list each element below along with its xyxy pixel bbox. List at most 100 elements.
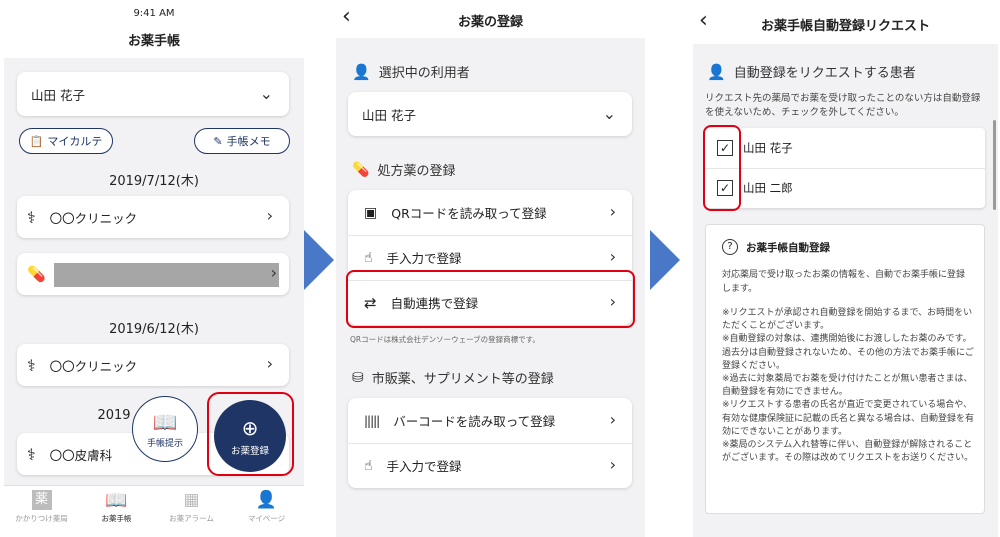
chevron-right-icon: › — [609, 247, 616, 266]
nav-label: かかりつけ薬局 — [15, 514, 68, 523]
highlight-frame — [207, 392, 294, 476]
my-karte-button[interactable]: 📋 マイカルテ — [19, 128, 113, 154]
book-icon: 📖 — [105, 490, 128, 511]
section-label: 市販薬、サプリメント等の登録 — [371, 372, 554, 387]
stethoscope-icon: ⚕ — [27, 207, 36, 227]
section-label: 自動登録をリクエストする患者 — [733, 66, 916, 81]
hand-tap-icon: ☝ — [364, 457, 373, 474]
person-icon: 👤 — [255, 490, 278, 510]
patient-select[interactable]: 山田 花子 ⌄ — [348, 92, 632, 136]
date-heading: 2019/6/12(木) — [109, 322, 199, 337]
chevron-down-icon: ⌄ — [602, 104, 616, 123]
patient-name: 山田 二郎 — [743, 181, 793, 195]
nav-pharmacy[interactable]: 薬 かかりつけ薬局 — [4, 490, 79, 524]
chevron-down-icon: ⌄ — [259, 84, 273, 103]
option-label: バーコードを読み取って登録 — [393, 414, 556, 429]
chevron-right-icon: › — [266, 354, 273, 373]
my-karte-label: マイカルテ — [47, 135, 103, 148]
info-box: ? お薬手帳自動登録 対応薬局で受け取ったお薬の情報を、自動でお薬手帳に登録しま… — [705, 224, 985, 514]
nav-notebook[interactable]: 📖 お薬手帳 — [79, 490, 154, 524]
nav-label: お薬手帳 — [101, 514, 132, 523]
clinic-entry[interactable]: ⚕ 〇〇クリニック › — [17, 196, 289, 238]
info-lead: 対応薬局で受け取ったお薬の情報を、自動でお薬手帳に登録します。 — [722, 270, 966, 294]
page-title: お薬手帳 — [127, 34, 180, 49]
header: 9:41 AM お薬手帳 — [4, 0, 304, 58]
section-label: 選択中の利用者 — [378, 66, 470, 81]
screen-medication-notebook: 9:41 AM お薬手帳 山田 花子 ⌄ 📋 マイカルテ ✎ 手帳メモ 2019… — [4, 0, 304, 537]
section-user: 👤 選択中の利用者 — [352, 62, 470, 82]
stethoscope-icon: ⚕ — [27, 355, 36, 375]
chevron-right-icon: › — [609, 455, 616, 474]
clinic-entry[interactable]: ⚕ 〇〇クリニック › — [17, 344, 289, 386]
chevron-right-icon: › — [609, 202, 616, 221]
otc-options: ||||| バーコードを読み取って登録 › ☝ 手入力で登録 › — [348, 398, 632, 488]
clinic-name: 〇〇クリニック — [49, 210, 138, 226]
hand-tap-icon: ☝ — [364, 249, 373, 266]
notebook-hand-icon: 📖 — [152, 409, 178, 434]
section-prescription: 💊 処方薬の登録 — [352, 160, 456, 180]
pen-icon: ✎ — [213, 134, 223, 148]
qr-trademark-note: QRコードは株式会社デンソーウェーブの登録商標です。 — [350, 335, 540, 344]
patient-check-row[interactable]: ✓ 山田 花子 — [705, 128, 985, 168]
section-otc: ⛁ 市販薬、サプリメント等の登録 — [352, 368, 554, 388]
person-icon: 👤 — [352, 62, 371, 81]
show-notebook-label: 手帳提示 — [146, 438, 183, 449]
flow-arrow — [650, 230, 680, 290]
page-title: お薬の登録 — [457, 15, 523, 30]
header: ‹ お薬の登録 — [336, 0, 645, 38]
flow-arrow — [304, 230, 334, 290]
clinic-name: 〇〇クリニック — [49, 358, 138, 374]
nav-label: お薬アラーム — [169, 514, 214, 523]
qr-register-item[interactable]: ▣ QRコードを読み取って登録 › — [348, 190, 632, 235]
patient-checklist: ✓ 山田 花子 ✓ 山田 二郎 — [705, 128, 985, 208]
highlight-frame — [703, 125, 741, 211]
patient-name: 山田 花子 — [743, 141, 793, 155]
person-icon: 👤 — [707, 62, 726, 81]
option-label: 手入力で登録 — [386, 459, 462, 474]
medicine-entry[interactable]: 💊 › — [17, 253, 289, 295]
calendar-icon: ▦ — [183, 490, 200, 510]
info-notes: ※リクエストが承認され自動登録を開始するまで、お時間をいただくことがございます。… — [722, 308, 975, 464]
chevron-right-icon: › — [270, 263, 277, 282]
stethoscope-icon: ⚕ — [27, 444, 36, 464]
show-notebook-button[interactable]: 📖 手帳提示 — [132, 396, 198, 462]
pill-icon: 💊 — [27, 265, 46, 283]
patient-check-row[interactable]: ✓ 山田 二郎 — [705, 168, 985, 208]
scrollbar[interactable] — [993, 120, 996, 210]
nav-mypage[interactable]: 👤 マイページ — [229, 490, 304, 524]
bottom-nav: 薬 かかりつけ薬局 📖 お薬手帳 ▦ お薬アラーム 👤 マイページ — [4, 485, 304, 537]
section-description: リクエスト先の薬局でお薬を受け取ったことのない方は自動登録を使えないため、チェッ… — [705, 93, 981, 118]
notebook-memo-button[interactable]: ✎ 手帳メモ — [194, 128, 290, 154]
option-label: 手入力で登録 — [386, 251, 462, 266]
database-icon: ⛁ — [352, 369, 364, 386]
screen-register-medicine: ‹ お薬の登録 👤 選択中の利用者 山田 花子 ⌄ 💊 処方薬の登録 ▣ QRコ… — [336, 0, 645, 537]
chevron-right-icon: › — [266, 206, 273, 225]
chevron-right-icon: › — [609, 410, 616, 429]
qr-code-icon: ▣ — [364, 204, 378, 221]
nav-label: マイページ — [247, 514, 286, 523]
redacted-block — [54, 263, 279, 287]
clinic-name: 〇〇皮膚科 — [49, 447, 113, 463]
date-heading: 2019/7/12(木) — [109, 174, 199, 189]
patient-select[interactable]: 山田 花子 ⌄ — [17, 72, 289, 116]
pill-icon: 💊 — [352, 161, 370, 178]
header: ‹ お薬手帳自動登録リクエスト — [693, 0, 998, 44]
nav-alarm[interactable]: ▦ お薬アラーム — [154, 490, 229, 524]
manual-register-item[interactable]: ☝ 手入力で登録 › — [348, 443, 632, 488]
option-label: QRコードを読み取って登録 — [391, 206, 547, 221]
patient-name: 山田 花子 — [362, 107, 416, 123]
section-label: 処方薬の登録 — [377, 164, 456, 179]
barcode-icon: ||||| — [364, 413, 380, 428]
page-title: お薬手帳自動登録リクエスト — [760, 19, 930, 34]
question-circle-icon: ? — [722, 239, 738, 255]
pharmacy-icon: 薬 — [31, 490, 52, 510]
info-title: お薬手帳自動登録 — [746, 241, 830, 254]
section-patients: 👤 自動登録をリクエストする患者 — [707, 62, 916, 82]
highlight-frame — [346, 270, 635, 328]
patient-name: 山田 花子 — [31, 87, 85, 103]
barcode-register-item[interactable]: ||||| バーコードを読み取って登録 › — [348, 398, 632, 443]
screen-auto-registration-request: ‹ お薬手帳自動登録リクエスト 👤 自動登録をリクエストする患者 リクエスト先の… — [693, 0, 998, 537]
clipboard-icon: 📋 — [29, 134, 44, 148]
status-time: 9:41 AM — [133, 8, 175, 19]
notebook-memo-label: 手帳メモ — [226, 135, 271, 148]
